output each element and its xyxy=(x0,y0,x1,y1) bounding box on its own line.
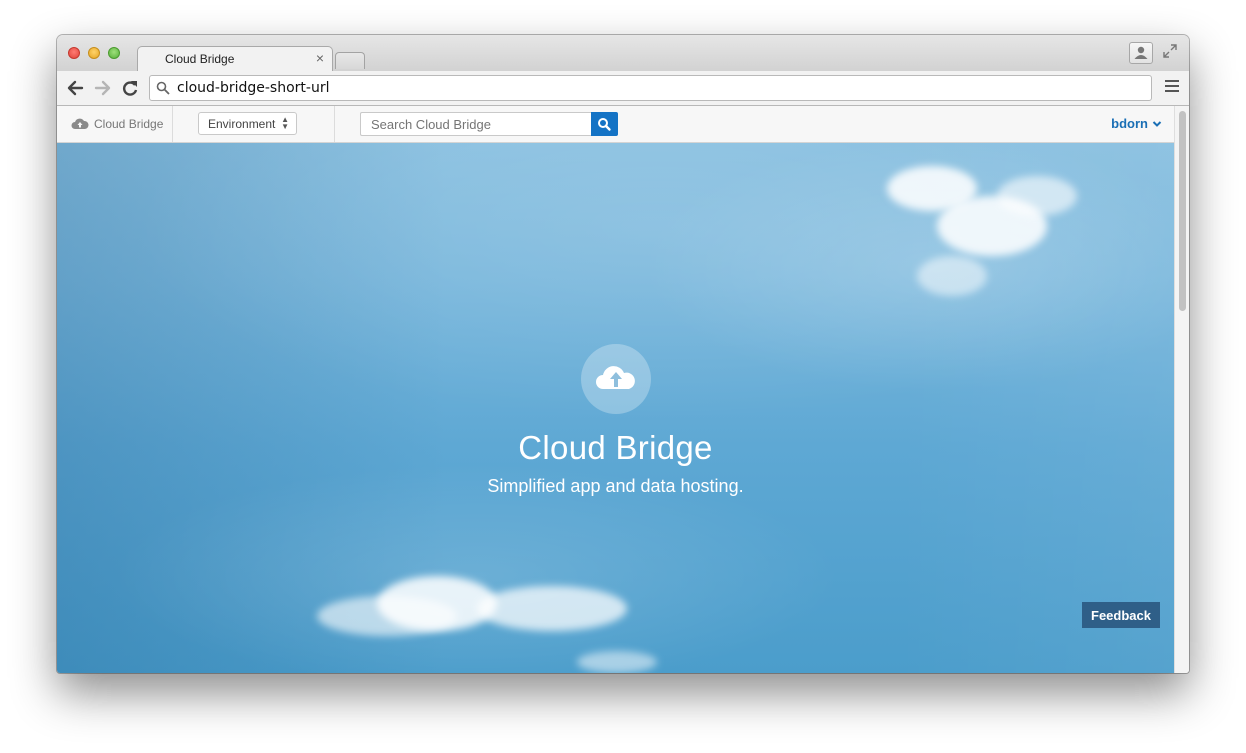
fullscreen-icon[interactable] xyxy=(1162,43,1178,59)
reload-icon[interactable] xyxy=(120,79,140,97)
browser-toolbar: cloud-bridge-short-url xyxy=(57,71,1189,106)
hero-logo xyxy=(581,344,651,414)
chevron-down-icon xyxy=(1152,120,1162,127)
navbar-divider xyxy=(334,106,335,142)
brand-label: Cloud Bridge xyxy=(94,117,164,131)
hero-title: Cloud Bridge xyxy=(518,429,713,466)
person-icon xyxy=(1134,46,1148,59)
cloud-upload-icon xyxy=(596,366,635,389)
navbar-divider xyxy=(172,106,173,142)
cloud-icon xyxy=(71,118,89,129)
background-cloud xyxy=(917,256,987,296)
brand-link[interactable]: Cloud Bridge xyxy=(71,106,163,142)
address-bar[interactable]: cloud-bridge-short-url xyxy=(149,75,1152,101)
environment-select-label: Environment xyxy=(208,117,276,131)
user-name: bdorn xyxy=(1111,116,1148,131)
page-viewport: Cloud Bridge Environment ▲▼ bdorn xyxy=(57,106,1174,673)
tab-cloud-bridge[interactable]: Cloud Bridge × xyxy=(137,46,333,72)
window-zoom-button[interactable] xyxy=(108,47,120,59)
background-cloud xyxy=(577,651,657,673)
profile-button[interactable] xyxy=(1129,42,1153,64)
background-cloud xyxy=(477,586,627,631)
select-arrows-icon: ▲ ▼ xyxy=(281,115,289,131)
search-icon xyxy=(598,118,611,131)
tab-strip: Cloud Bridge × xyxy=(57,35,1189,72)
search-icon xyxy=(156,81,170,95)
feedback-button[interactable]: Feedback xyxy=(1082,602,1160,628)
hamburger-icon-line xyxy=(1165,90,1179,92)
environment-select[interactable]: Environment ▲ ▼ xyxy=(198,112,297,135)
tab-title: Cloud Bridge xyxy=(165,52,235,66)
window-close-button[interactable] xyxy=(68,47,80,59)
user-menu[interactable]: bdorn xyxy=(1111,116,1162,131)
forward-arrow-icon[interactable] xyxy=(93,79,113,97)
scrollbar-thumb[interactable] xyxy=(1179,111,1186,311)
browser-menu-button[interactable] xyxy=(1165,80,1179,94)
search-input[interactable] xyxy=(360,112,591,136)
back-arrow-icon[interactable] xyxy=(65,79,85,97)
hamburger-icon xyxy=(1165,80,1179,82)
app-navbar: Cloud Bridge Environment ▲▼ bdorn xyxy=(57,106,1174,143)
tab-close-icon[interactable]: × xyxy=(316,50,324,66)
address-url: cloud-bridge-short-url xyxy=(177,80,330,96)
browser-window: Cloud Bridge × cloud-bridge-short-url Cl… xyxy=(57,35,1189,673)
hero-subtitle: Simplified app and data hosting. xyxy=(487,476,744,496)
hamburger-icon-line xyxy=(1165,85,1179,87)
window-minimize-button[interactable] xyxy=(88,47,100,59)
background-cloud xyxy=(997,176,1077,216)
page-scrollbar[interactable] xyxy=(1174,106,1189,673)
new-tab-button[interactable] xyxy=(335,52,365,69)
search-button[interactable] xyxy=(591,112,618,136)
